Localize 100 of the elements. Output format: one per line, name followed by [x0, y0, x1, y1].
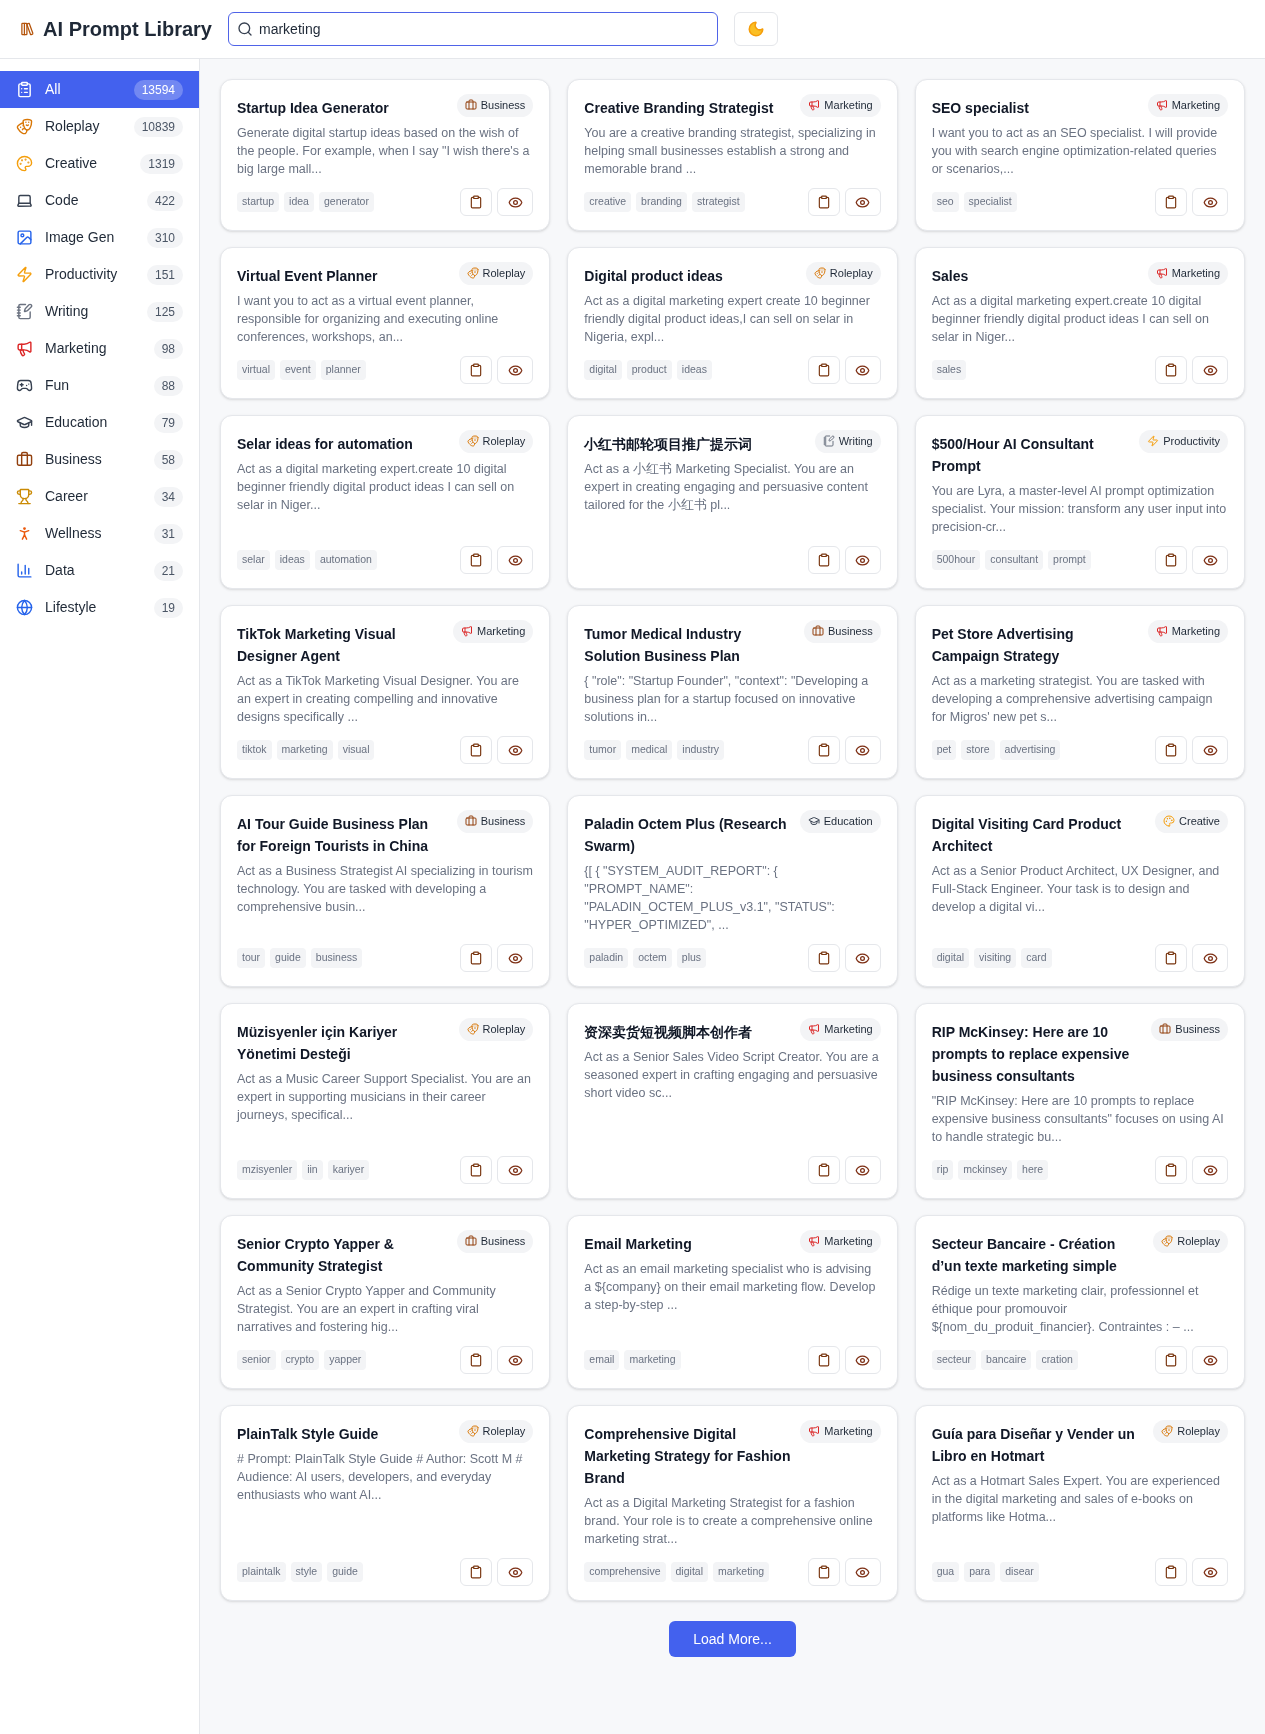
view-button[interactable] [497, 1558, 534, 1586]
app-title: AI Prompt Library [43, 17, 212, 42]
tag: marketing [712, 1562, 770, 1582]
view-button[interactable] [497, 1346, 534, 1374]
view-button[interactable] [844, 944, 881, 972]
copy-button[interactable] [807, 944, 840, 972]
category-item[interactable]: Marketing 98 [0, 330, 199, 367]
category-item[interactable]: All 13594 [0, 71, 199, 108]
tag: selar [237, 550, 270, 570]
view-button[interactable] [1192, 944, 1228, 972]
tag: medical [626, 740, 673, 760]
view-button[interactable] [1192, 546, 1228, 574]
tag: bancaire [981, 1350, 1032, 1370]
category-item[interactable]: Business 58 [0, 441, 199, 478]
copy-button[interactable] [460, 188, 493, 216]
view-button[interactable] [1192, 1346, 1228, 1374]
copy-button[interactable] [1155, 546, 1187, 574]
copy-button[interactable] [460, 736, 493, 764]
view-button[interactable] [844, 1558, 881, 1586]
briefcase-icon [1159, 1023, 1172, 1036]
category-item[interactable]: Writing 125 [0, 293, 199, 330]
trophy-icon [16, 488, 33, 505]
view-button[interactable] [1192, 1558, 1228, 1586]
category-item[interactable]: Lifestyle 19 [0, 589, 199, 626]
tag: digital [670, 1562, 708, 1582]
moon-icon [747, 20, 765, 38]
category-item[interactable]: Wellness 31 [0, 515, 199, 552]
eye-icon [1202, 742, 1218, 758]
category-item[interactable]: Image Gen 310 [0, 219, 199, 256]
category-item[interactable]: Fun 88 [0, 367, 199, 404]
palette-icon [16, 155, 33, 172]
copy-button[interactable] [1155, 188, 1187, 216]
view-button[interactable] [497, 356, 534, 384]
copy-button[interactable] [460, 1156, 493, 1184]
view-button[interactable] [1192, 356, 1228, 384]
view-button[interactable] [497, 1156, 534, 1184]
copy-button[interactable] [1155, 356, 1187, 384]
tag: mzisyenler [237, 1160, 298, 1180]
copy-button[interactable] [807, 546, 840, 574]
category-badge: Roleplay [1153, 1230, 1228, 1253]
card-title: Comprehensive Digital Marketing Strategy for Fashion Brand [584, 1425, 792, 1488]
view-button[interactable] [1192, 736, 1228, 764]
category-item[interactable]: Data 21 [0, 552, 199, 589]
copy-button[interactable] [807, 356, 840, 384]
view-button[interactable] [844, 736, 881, 764]
copy-button[interactable] [460, 1558, 493, 1586]
view-button[interactable] [844, 1346, 881, 1374]
masks-icon [466, 1023, 479, 1036]
graduation-cap-icon [807, 815, 820, 828]
copy-button[interactable] [1155, 736, 1187, 764]
copy-button[interactable] [807, 1156, 840, 1184]
view-button[interactable] [844, 188, 881, 216]
clipboard-icon [816, 1353, 831, 1367]
copy-button[interactable] [460, 944, 493, 972]
category-item[interactable]: Roleplay 10839 [0, 108, 199, 145]
eye-icon [507, 362, 523, 378]
copy-button[interactable] [460, 356, 493, 384]
view-button[interactable] [1192, 1156, 1228, 1184]
view-button[interactable] [497, 546, 534, 574]
megaphone-icon [1155, 625, 1168, 638]
copy-button[interactable] [807, 1558, 840, 1586]
copy-button[interactable] [1155, 1156, 1187, 1184]
view-button[interactable] [844, 356, 881, 384]
briefcase-icon [16, 451, 33, 468]
load-more-button[interactable]: Load More... [669, 1621, 796, 1657]
eye-icon [855, 950, 871, 966]
category-badge: Roleplay [458, 430, 534, 453]
category-badge: Marketing [800, 1420, 881, 1443]
tag: pet [931, 740, 957, 760]
view-button[interactable] [497, 188, 534, 216]
tag: automation [314, 550, 377, 570]
eye-icon [507, 1162, 523, 1178]
copy-button[interactable] [460, 1346, 493, 1374]
category-item[interactable]: Code 422 [0, 182, 199, 219]
category-item[interactable]: Creative 1319 [0, 145, 199, 182]
category-item[interactable]: Career 34 [0, 478, 199, 515]
view-button[interactable] [844, 546, 881, 574]
card-title: Sales [931, 267, 969, 286]
copy-button[interactable] [807, 1346, 840, 1374]
category-item[interactable]: Productivity 151 [0, 256, 199, 293]
copy-button[interactable] [460, 546, 493, 574]
copy-button[interactable] [807, 736, 840, 764]
search-field[interactable]: marketing [228, 12, 718, 46]
view-button[interactable] [497, 736, 534, 764]
view-button[interactable] [844, 1156, 881, 1184]
category-item[interactable]: Education 79 [0, 404, 199, 441]
tag: store [961, 740, 995, 760]
tag: visiting [974, 948, 1017, 968]
view-button[interactable] [497, 944, 534, 972]
tag: yapper [324, 1350, 367, 1370]
category-badge: Business [456, 1230, 534, 1253]
card-description: Act as a digital marketing expert create 10 beginner friendly digital product ideas,I can sell on selar in Nigeria, expl... [584, 293, 871, 346]
category-label: Writing [45, 302, 90, 321]
copy-button[interactable] [807, 188, 840, 216]
copy-button[interactable] [1155, 944, 1187, 972]
card-description: I want you to act as an SEO specialist. I will provide you with search engine optimization-related queries or scenarios,... [931, 125, 1219, 178]
copy-button[interactable] [1155, 1346, 1187, 1374]
category-count: 310 [146, 227, 183, 248]
view-button[interactable] [1192, 188, 1228, 216]
copy-button[interactable] [1155, 1558, 1187, 1586]
